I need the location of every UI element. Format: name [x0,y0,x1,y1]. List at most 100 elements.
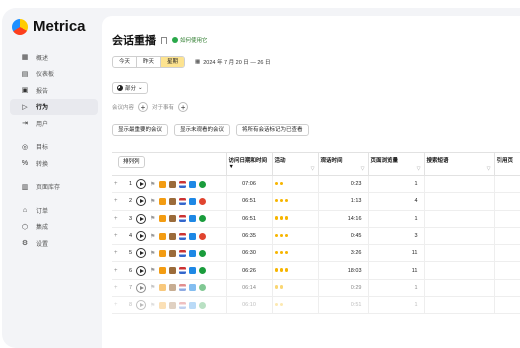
sidebar-item-8[interactable]: ⌂ 订单 [10,202,98,219]
table-header: 访问日期和时间 ▼ 活动 ▽ 观话时间 ▽ 页面浏览量 ▽ 搜索短语 ▽ 引用页 [112,152,520,176]
play-button[interactable] [136,248,146,259]
row-controls: +2 ⚑ [112,192,226,211]
expand-icon[interactable]: + [114,285,120,291]
table-row[interactable]: +4 ⚑ 06:35 0:45 3 [112,227,520,246]
table-row[interactable]: +8 ⚑ 06:10 0:51 1 [112,296,520,315]
play-button[interactable] [136,213,146,224]
period-today[interactable]: 今天 [113,57,138,67]
sidebar-item-label: 用户 [36,121,49,128]
sidebar-item-3[interactable]: ▷ 行为 [10,98,98,115]
header-duration[interactable]: 观话时间 ▽ [317,152,368,176]
sort-desc-icon[interactable]: ▼ [229,164,234,170]
activity-dot [279,181,283,186]
sidebar-item-9[interactable]: ⬡ 集成 [10,219,98,236]
device-icons [159,232,207,240]
sidebar-item-2[interactable]: ▣ 报告 [10,82,98,99]
table-row[interactable]: +3 ⚑ 06:51 14:16 1 [112,210,520,228]
expand-icon[interactable]: + [114,216,120,222]
table-row[interactable]: +5 ⚑ 06:30 3:26 11 [112,244,520,263]
flag-icon[interactable]: ⚑ [150,198,155,205]
login-icon: ⇥ [22,120,28,128]
segment-button[interactable]: 部分 ⌄ [112,82,148,94]
header-referrer[interactable]: 引用页 [493,152,520,176]
expand-icon[interactable]: + [114,268,120,274]
device-icons [159,215,207,223]
pageviews: 1 [367,210,424,228]
referrer [493,244,520,263]
sidebar-item-6[interactable]: % 转换 [10,155,98,172]
columns-button[interactable]: 排列列 [118,156,145,168]
play-button[interactable] [136,196,146,207]
expand-icon[interactable]: + [114,250,120,256]
activity-dot [274,181,278,186]
row-number: 3 [128,215,132,222]
header-visit-time[interactable]: 访问日期和时间 ▼ [225,152,272,176]
filter-icon[interactable]: ▽ [417,166,421,172]
table-row[interactable]: +1 ⚑ 07:06 0:23 1 [112,175,520,194]
date-range-picker[interactable]: ▦ 2024 年 7 月 20 日 — 26 日 [195,58,270,66]
sidebar-item-7[interactable]: ▥ 页面库存 [10,179,98,196]
activity-dot [274,198,278,203]
windows-icon [189,197,197,205]
expand-icon[interactable]: + [114,198,120,204]
period-week[interactable]: 星期 [161,57,185,67]
browser-icon [199,197,207,205]
activity-dot [274,285,278,289]
bookmark-icon[interactable] [161,36,167,44]
logo[interactable]: Metrica [12,18,98,35]
play-button[interactable] [136,231,146,242]
referrer [493,227,520,246]
referrer [493,210,520,228]
expand-icon[interactable]: + [114,181,120,187]
header-pageviews[interactable]: 页面浏览量 ▽ [367,152,424,176]
header-activity[interactable]: 活动 ▽ [271,152,318,176]
show-unwatched-button[interactable]: 显示未观看的会议 [174,124,231,136]
expand-icon[interactable]: + [114,302,120,308]
sidebar-item-1[interactable]: ▤ 仪表板 [10,66,98,83]
table-row[interactable]: +7 ⚑ 06:14 0:29 1 [112,279,520,298]
sidebar-item-label: 集成 [36,225,49,232]
percent-icon: % [21,159,29,167]
sidebar-item-label: 订单 [36,208,49,215]
sidebar-item-0[interactable]: ▦ 概述 [10,49,98,66]
play-button[interactable] [136,179,146,190]
os-icon [169,284,177,292]
flag-icon[interactable]: ⚑ [150,250,155,257]
condition-session-content: 会议内容 [112,105,135,111]
table-row[interactable]: +2 ⚑ 06:51 1:13 4 [112,192,520,211]
filter-icon[interactable]: ▽ [487,166,491,172]
period-yesterday[interactable]: 昨天 [137,57,162,67]
expand-icon[interactable]: + [114,233,120,239]
add-session-condition-button[interactable]: + [138,102,149,112]
play-button[interactable] [136,300,146,311]
pageviews: 1 [367,296,424,315]
row-number: 1 [128,181,132,188]
search-phrase [423,244,494,263]
table-row[interactable]: +6 ⚑ 06:26 18:03 11 [112,261,520,280]
activity-cell [271,192,318,211]
sidebar-item-5[interactable]: ◎ 目标 [10,139,98,156]
flag-icon[interactable]: ⚑ [150,302,155,309]
play-button[interactable] [136,265,146,276]
add-condition-button[interactable]: + [178,102,189,112]
flag-icon[interactable]: ⚑ [150,233,155,240]
header-search-phrase[interactable]: 搜索短语 ▽ [423,152,494,176]
filter-icon[interactable]: ▽ [311,166,315,172]
play-button[interactable] [136,282,146,293]
howto-link[interactable]: 如何使用它 [172,36,208,44]
show-important-button[interactable]: 显示最重要的会议 [112,124,169,136]
flag-icon[interactable]: ⚑ [150,284,155,291]
sidebar-item-10[interactable]: ⚙ 设置 [10,235,98,252]
mark-all-viewed-button[interactable]: 将所有会话标记为已查看 [236,124,309,136]
sidebar-item-label: 设置 [36,241,49,248]
row-number: 6 [128,267,132,274]
flag-icon[interactable]: ⚑ [150,215,155,222]
browser-icon [199,215,207,223]
duration: 0:51 [317,296,368,315]
condition-thinking: 对于事有 [152,105,175,111]
flag-icon[interactable]: ⚑ [150,267,155,274]
filter-icon[interactable]: ▽ [361,166,365,172]
visit-time: 06:51 [225,192,272,211]
sidebar-item-4[interactable]: ⇥ 用户 [10,115,98,132]
flag-icon[interactable]: ⚑ [150,181,155,188]
